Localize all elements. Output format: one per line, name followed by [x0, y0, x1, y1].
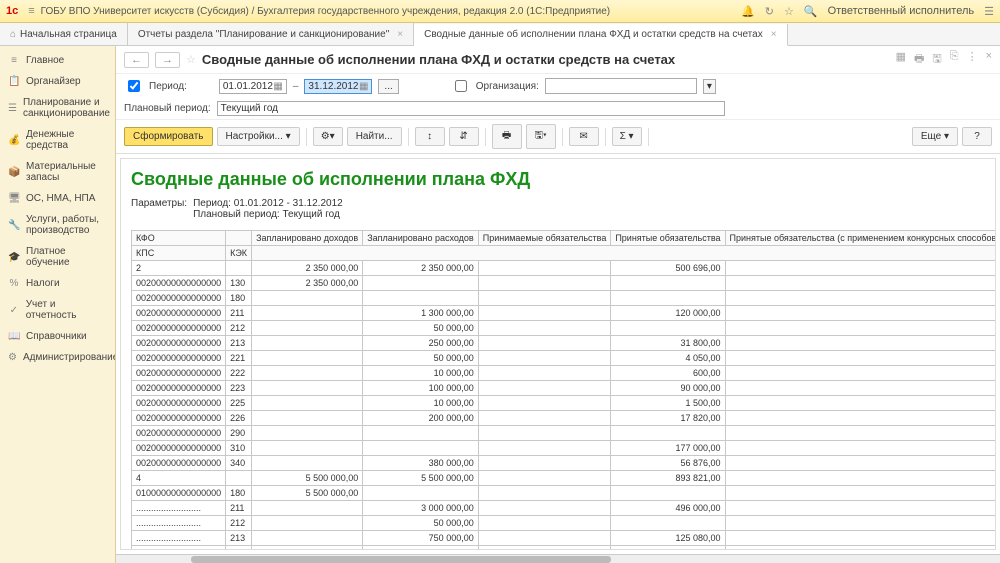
sidebar-item[interactable]: ⚙ Администрирование [0, 347, 115, 368]
mail-button[interactable]: ✉ [569, 127, 599, 146]
sidebar-icon: 📖 [8, 331, 20, 342]
filter-button[interactable]: ⚙▾ [313, 127, 343, 146]
sidebar-icon: ☰ [8, 103, 17, 114]
print-button[interactable]: 🖶 [492, 124, 522, 149]
user-menu-icon[interactable]: ☰ [984, 5, 994, 18]
help-button[interactable]: ? [962, 127, 992, 146]
report-title: Сводные данные об исполнении плана ФХД [131, 169, 985, 190]
sidebar-icon: 🔧 [8, 220, 20, 231]
calendar-icon[interactable]: ▦ [359, 81, 368, 92]
sidebar-item[interactable]: 📋 Органайзер [0, 71, 115, 92]
sidebar-label: Планирование и санкционирование [23, 97, 110, 119]
sidebar-icon: ≡ [8, 55, 20, 66]
sidebar: ≡ Главное 📋 Органайзер ☰ Планирование и санкц… [0, 46, 116, 563]
report-params: Параметры: Период: 01.01.2012 - 31.12.20… [131, 198, 985, 220]
period-picker-button[interactable]: ... [378, 79, 398, 94]
sidebar-label: Главное [26, 55, 64, 66]
save-button[interactable]: 🖫▾ [526, 124, 556, 149]
app-logo: 1c [6, 5, 18, 17]
report-area[interactable]: Сводные данные об исполнении плана ФХД П… [120, 158, 996, 550]
plan-period-select[interactable]: Текущий год [217, 101, 725, 116]
print-icon[interactable]: 🖶 [914, 50, 924, 69]
org-label: Организация: [476, 81, 539, 92]
org-picker-button[interactable]: ▾ [703, 79, 716, 94]
sidebar-item[interactable]: 💰 Денежные средства [0, 124, 115, 156]
sidebar-item[interactable]: 🎓 Платное обучение [0, 241, 115, 273]
page-title: Сводные данные об исполнении плана ФХД и… [202, 52, 890, 67]
back-button[interactable]: ← [124, 52, 149, 68]
sum-button[interactable]: Σ ▾ [612, 127, 642, 146]
menu-icon[interactable]: ≡ [28, 5, 34, 17]
sidebar-item[interactable]: ≡ Главное [0, 50, 115, 71]
sidebar-icon: ⚙ [8, 352, 17, 363]
form-button[interactable]: Сформировать [124, 127, 213, 146]
close-icon[interactable]: × [771, 29, 777, 40]
tab-summary[interactable]: Сводные данные об исполнении плана ФХД и… [414, 24, 787, 46]
sidebar-label: Налоги [26, 278, 60, 289]
report-toolbar: Сформировать Настройки... ▾ ⚙▾ Найти... … [116, 119, 1000, 154]
user-label[interactable]: Ответственный исполнитель [828, 5, 975, 18]
bell-icon[interactable]: 🔔 [741, 5, 755, 18]
h-scrollbar[interactable] [116, 554, 1000, 563]
star-icon[interactable]: ☆ [784, 5, 794, 18]
sidebar-label: Органайзер [26, 76, 81, 87]
sidebar-icon: 💰 [8, 135, 20, 146]
sidebar-label: Платное обучение [26, 246, 107, 268]
history-icon[interactable]: ↻ [765, 5, 774, 18]
settings-button[interactable]: Настройки... ▾ [217, 127, 300, 146]
org-checkbox[interactable] [455, 80, 467, 92]
sidebar-item[interactable]: 🖥 ОС, НМА, НПА [0, 188, 115, 209]
find-button[interactable]: Найти... [347, 127, 402, 146]
calendar-icon[interactable]: ▦ [273, 81, 282, 92]
sidebar-label: Учет и отчетность [26, 299, 107, 321]
sidebar-label: Справочники [26, 331, 87, 342]
print-preview-icon[interactable]: ▦ [896, 50, 906, 69]
sidebar-label: Администрирование [23, 352, 116, 363]
period-checkbox[interactable] [128, 80, 140, 92]
sidebar-label: Денежные средства [26, 129, 107, 151]
sidebar-item[interactable]: % Налоги [0, 273, 115, 294]
more-icon[interactable]: ⋮ [967, 50, 978, 69]
sidebar-label: ОС, НМА, НПА [26, 193, 95, 204]
sidebar-icon: ✓ [8, 305, 20, 316]
page-header: ← → ☆ Сводные данные об исполнении плана… [116, 46, 1000, 74]
sidebar-icon: 📋 [8, 76, 20, 87]
sidebar-icon: 🎓 [8, 252, 20, 263]
sidebar-item[interactable]: ☰ Планирование и санкционирование [0, 92, 115, 124]
org-input[interactable] [545, 78, 697, 94]
sidebar-item[interactable]: 📖 Справочники [0, 326, 115, 347]
sidebar-item[interactable]: 📦 Материальные запасы [0, 156, 115, 188]
titlebar: 1c ≡ ГОБУ ВПО Университет искусств (Субс… [0, 0, 1000, 23]
sidebar-label: Материальные запасы [26, 161, 107, 183]
plan-period-label: Плановый период: [124, 103, 211, 114]
sidebar-item[interactable]: 🔧 Услуги, работы, производство [0, 209, 115, 241]
tab-reports[interactable]: Отчеты раздела "Планирование и санкциони… [128, 23, 414, 45]
sidebar-icon: 📦 [8, 167, 20, 178]
date-from[interactable]: 01.01.2012▦ [219, 79, 287, 94]
sidebar-icon: 🖥 [8, 193, 20, 204]
close-page-icon[interactable]: × [986, 50, 992, 69]
collapse-button[interactable]: ⇵ [449, 127, 479, 146]
more-button[interactable]: Еще ▾ [912, 127, 958, 146]
search-icon[interactable]: 🔍 [804, 5, 818, 18]
forward-button[interactable]: → [155, 52, 180, 68]
window-title: ГОБУ ВПО Университет искусств (Субсидия)… [41, 6, 741, 17]
date-to[interactable]: 31.12.2012▦ [304, 79, 372, 94]
tabbar: Начальная страница Отчеты раздела "Плани… [0, 23, 1000, 46]
tab-home[interactable]: Начальная страница [0, 23, 128, 45]
link-icon[interactable]: ⎘ [950, 50, 959, 69]
save-icon[interactable]: 🖫 [932, 50, 941, 69]
sidebar-item[interactable]: ✓ Учет и отчетность [0, 294, 115, 326]
favorite-icon[interactable]: ☆ [186, 53, 196, 66]
close-icon[interactable]: × [397, 29, 403, 40]
report-table: КФОЗапланировано доходовЗапланировано ра… [131, 230, 996, 550]
sidebar-label: Услуги, работы, производство [26, 214, 107, 236]
expand-button[interactable]: ↕ [415, 127, 445, 146]
sidebar-icon: % [8, 278, 20, 289]
period-label: Период: [149, 81, 187, 92]
